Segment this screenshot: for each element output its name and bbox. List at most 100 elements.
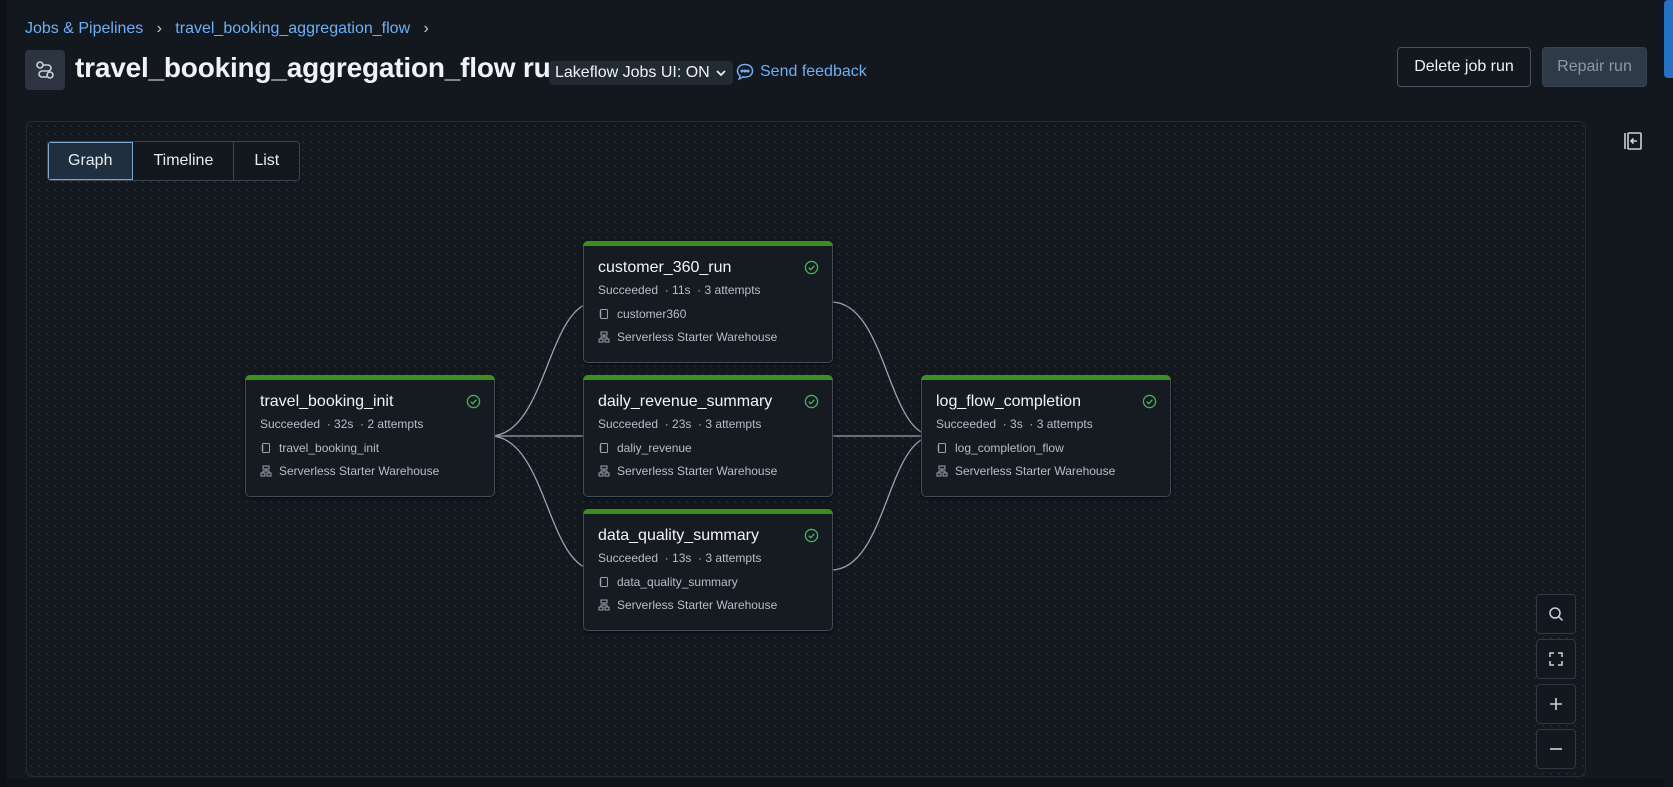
task-meta: Succeeded · 32s · 2 attempts [260, 417, 424, 431]
graph-canvas[interactable]: Graph Timeline List travel_booking_init … [26, 121, 1586, 777]
task-file-row: travel_booking_init [260, 441, 379, 455]
task-file: travel_booking_init [279, 441, 380, 455]
left-rail [0, 0, 7, 787]
edge-quality-log [830, 432, 936, 571]
task-status: Succeeded [598, 551, 659, 565]
task-duration: 23s [672, 417, 692, 431]
search-graph-button[interactable] [1536, 594, 1576, 634]
task-status: Succeeded [598, 417, 659, 431]
task-name: data_quality_summary [598, 527, 759, 544]
edge-init-c360 [489, 298, 598, 437]
notebook-icon [599, 309, 608, 319]
zoom-out-button[interactable] [1536, 729, 1576, 769]
task-name: travel_booking_init [260, 393, 394, 410]
task-node-daily-revenue-summary[interactable]: daily_revenue_summary Succeeded · 23s · … [583, 375, 833, 497]
task-status: Succeeded [598, 283, 659, 297]
status-bar [583, 375, 833, 380]
warehouse-icon [598, 331, 610, 343]
task-file-row: customer360 [598, 307, 686, 321]
task-warehouse: Serverless Starter Warehouse [279, 464, 440, 478]
success-check-icon [804, 528, 819, 543]
send-feedback-label: Send feedback [760, 63, 867, 80]
task-attempts: 2 attempts [367, 417, 424, 431]
warehouse-icon [598, 599, 610, 611]
chevron-right-icon: › [156, 20, 162, 37]
task-meta: Succeeded · 23s · 3 attempts [598, 417, 762, 431]
task-file-row: daliy_revenue [598, 441, 692, 455]
breadcrumb-jobs-pipelines[interactable]: Jobs & Pipelines [25, 20, 143, 38]
status-bar [245, 375, 495, 380]
task-warehouse: Serverless Starter Warehouse [617, 464, 778, 478]
status-bar [583, 241, 833, 246]
task-warehouse: Serverless Starter Warehouse [617, 598, 778, 612]
notebook-icon [599, 443, 608, 453]
task-node-data-quality-summary[interactable]: data_quality_summary Succeeded · 13s · 3… [583, 509, 833, 631]
fit-view-button[interactable] [1536, 639, 1576, 679]
task-status: Succeeded [260, 417, 321, 431]
success-check-icon [804, 394, 819, 409]
zoom-in-button[interactable] [1536, 684, 1576, 724]
chevron-right-icon[interactable]: › [420, 20, 432, 38]
edge-c360-log [830, 301, 936, 440]
task-warehouse-row: Serverless Starter Warehouse [260, 464, 439, 478]
task-warehouse: Serverless Starter Warehouse [617, 330, 778, 344]
success-check-icon [804, 260, 819, 275]
task-file: data_quality_summary [617, 575, 738, 589]
task-warehouse-row: Serverless Starter Warehouse [598, 330, 777, 344]
warehouse-icon [260, 465, 272, 477]
chat-bubble-icon [736, 63, 754, 81]
status-bar [583, 509, 833, 514]
notebook-icon [937, 443, 946, 453]
success-check-icon [1142, 394, 1157, 409]
task-meta: Succeeded · 13s · 3 attempts [598, 551, 762, 565]
task-name: customer_360_run [598, 259, 732, 276]
task-duration: 11s [672, 283, 691, 297]
bottom-strip [7, 779, 1664, 787]
zoom-in-icon [1550, 698, 1562, 710]
zoom-out-icon [1550, 748, 1562, 750]
warehouse-icon [598, 465, 610, 477]
task-attempts: 3 attempts [1036, 417, 1093, 431]
delete-job-run-button[interactable]: Delete job run [1397, 47, 1531, 87]
task-warehouse-row: Serverless Starter Warehouse [936, 464, 1115, 478]
notebook-icon [261, 443, 270, 453]
task-warehouse: Serverless Starter Warehouse [955, 464, 1116, 478]
status-bar [921, 375, 1171, 380]
send-feedback-link[interactable]: Send feedback [735, 62, 867, 82]
edge-init-quality [489, 435, 598, 574]
task-duration: 3s [1010, 417, 1023, 431]
collapse-panel-icon[interactable] [1622, 130, 1644, 152]
task-status: Succeeded [936, 417, 997, 431]
task-attempts: 3 attempts [705, 417, 762, 431]
search-icon [1549, 607, 1564, 622]
success-check-icon [466, 394, 481, 409]
task-name: log_flow_completion [936, 393, 1081, 410]
task-name: daily_revenue_summary [598, 393, 773, 410]
task-warehouse-row: Serverless Starter Warehouse [598, 598, 777, 612]
task-file: customer360 [617, 307, 687, 321]
chevron-down-icon [716, 70, 726, 77]
task-file-row: log_completion_flow [936, 441, 1064, 455]
task-attempts: 3 attempts [705, 551, 762, 565]
breadcrumb: Jobs & Pipelines › travel_booking_aggreg… [25, 20, 432, 38]
task-node-travel-booking-init[interactable]: travel_booking_init Succeeded · 32s · 2 … [245, 375, 495, 497]
task-file-row: data_quality_summary [598, 575, 738, 589]
task-duration: 13s [672, 551, 692, 565]
task-duration: 32s [334, 417, 354, 431]
task-meta: Succeeded · 3s · 3 attempts [936, 417, 1093, 431]
task-node-log-flow-completion[interactable]: log_flow_completion Succeeded · 3s · 3 a… [921, 375, 1171, 497]
notebook-icon [599, 577, 608, 587]
task-meta: Succeeded · 11s · 3 attempts [598, 283, 761, 297]
page-title: travel_booking_aggregation_flow run [75, 52, 568, 83]
task-file: daliy_revenue [617, 441, 692, 455]
task-attempts: 3 attempts [704, 283, 761, 297]
warehouse-icon [936, 465, 948, 477]
repair-run-button[interactable]: Repair run [1542, 47, 1647, 87]
lakeflow-ui-toggle[interactable]: Lakeflow Jobs UI: ON [549, 61, 733, 85]
side-panel-tab[interactable] [1664, 0, 1673, 78]
task-warehouse-row: Serverless Starter Warehouse [598, 464, 777, 478]
task-node-customer-360-run[interactable]: customer_360_run Succeeded · 11s · 3 att… [583, 241, 833, 363]
job-icon [25, 50, 65, 90]
breadcrumb-job[interactable]: travel_booking_aggregation_flow [175, 20, 410, 38]
fit-view-icon [1549, 652, 1563, 666]
